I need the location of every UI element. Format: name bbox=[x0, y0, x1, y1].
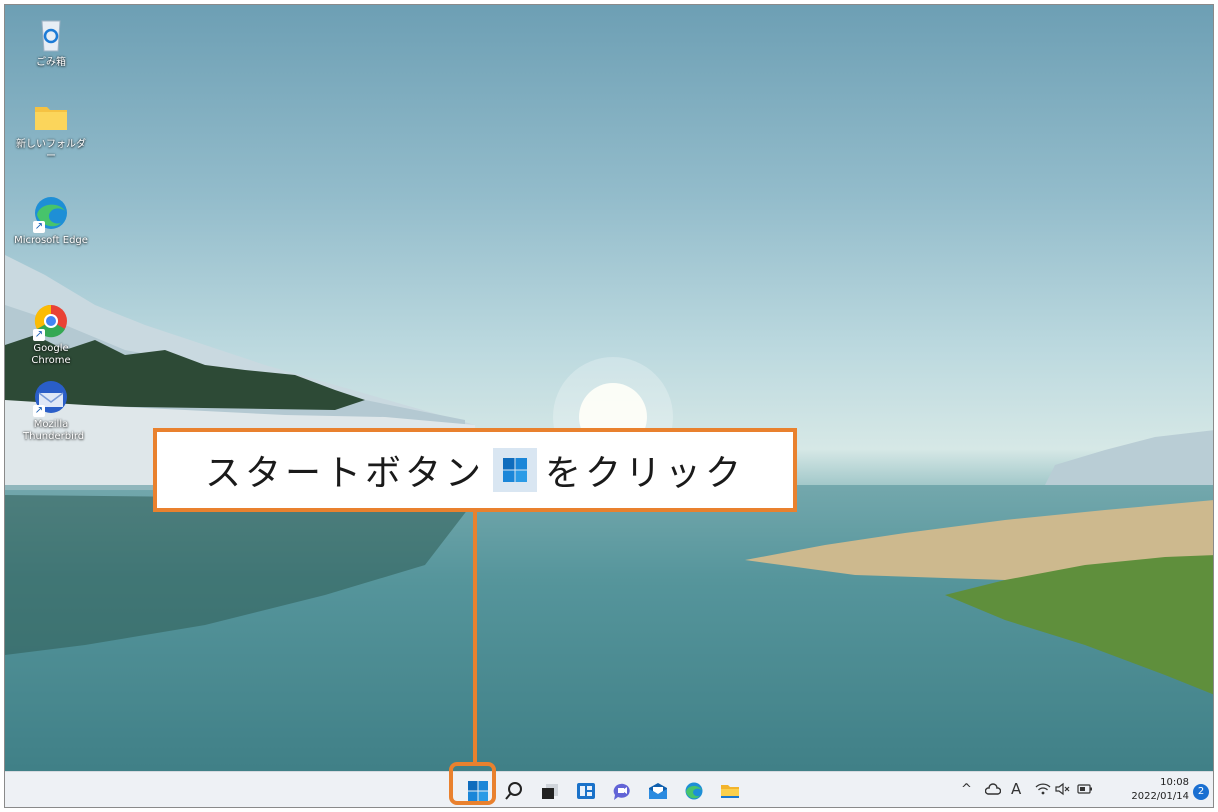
desktop-icon-chrome[interactable]: ↗ Google Chrome bbox=[13, 301, 89, 367]
edge-taskbar-button[interactable] bbox=[679, 776, 709, 806]
file-explorer-button[interactable] bbox=[715, 776, 745, 806]
battery-icon[interactable] bbox=[1077, 783, 1093, 799]
desktop-icon-thunderbird[interactable]: ↗ Mozilla Thunderbird bbox=[13, 377, 89, 443]
thunderbird-icon: ↗ bbox=[31, 377, 71, 417]
clock-date: 2022/01/14 bbox=[1131, 791, 1189, 802]
desktop-icon-label: ごみ箱 bbox=[36, 57, 66, 68]
desktop-icon-edge[interactable]: ↗ Microsoft Edge bbox=[13, 193, 89, 247]
wallpaper-landscape bbox=[5, 255, 1213, 771]
desktop-icon-recycle-bin[interactable]: ごみ箱 bbox=[13, 15, 89, 69]
search-button[interactable] bbox=[499, 776, 529, 806]
desktop-icon-label: 新しいフォルダー bbox=[16, 139, 86, 162]
onedrive-icon[interactable] bbox=[984, 783, 1002, 801]
task-view-button[interactable] bbox=[535, 776, 565, 806]
desktop-wallpaper bbox=[5, 5, 1213, 771]
widgets-button[interactable] bbox=[571, 776, 601, 806]
screen-frame: ごみ箱 新しいフォルダー ↗ Microsoft Edge ↗ Google C… bbox=[4, 4, 1214, 808]
notification-badge[interactable]: 2 bbox=[1193, 784, 1209, 800]
chrome-icon: ↗ bbox=[31, 301, 71, 341]
teams-chat-icon bbox=[613, 783, 630, 800]
desktop-icon-new-folder[interactable]: 新しいフォルダー bbox=[13, 97, 89, 163]
search-icon bbox=[505, 782, 522, 800]
start-button-highlight bbox=[449, 762, 496, 805]
edge-icon bbox=[685, 782, 703, 800]
callout-connector-line bbox=[473, 512, 477, 766]
ime-indicator[interactable]: A bbox=[1011, 780, 1021, 798]
mail-button[interactable] bbox=[643, 776, 673, 806]
edge-icon: ↗ bbox=[31, 193, 71, 233]
volume-muted-icon[interactable] bbox=[1055, 782, 1071, 800]
desktop-icon-label: Google Chrome bbox=[31, 343, 71, 366]
clock-time: 10:08 bbox=[1160, 777, 1189, 788]
callout-text-before: スタートボタン bbox=[204, 453, 485, 494]
teams-chat-button[interactable] bbox=[607, 776, 637, 806]
desktop-icon-label: Mozilla Thunderbird bbox=[23, 419, 85, 442]
mail-icon bbox=[649, 783, 667, 799]
windows-logo-icon bbox=[493, 448, 537, 492]
desktop-icon-label: Microsoft Edge bbox=[14, 235, 88, 246]
wifi-icon[interactable] bbox=[1035, 782, 1051, 800]
callout-text-after: をクリック bbox=[545, 453, 746, 494]
clock[interactable]: 10:08 2022/01/14 bbox=[1131, 776, 1189, 804]
folder-icon bbox=[31, 97, 71, 137]
taskbar: ^ A 10:08 2022/01/14 2 bbox=[5, 771, 1213, 807]
shortcut-arrow-icon: ↗ bbox=[33, 405, 45, 417]
shortcut-arrow-icon: ↗ bbox=[33, 329, 45, 341]
task-view-icon bbox=[542, 784, 558, 799]
show-hidden-icons-chevron[interactable]: ^ bbox=[961, 782, 972, 797]
recycle-bin-icon bbox=[31, 15, 71, 55]
file-explorer-icon bbox=[721, 785, 739, 798]
widgets-icon bbox=[577, 783, 595, 799]
shortcut-arrow-icon: ↗ bbox=[33, 221, 45, 233]
instruction-callout: スタートボタン をクリック bbox=[153, 428, 797, 512]
